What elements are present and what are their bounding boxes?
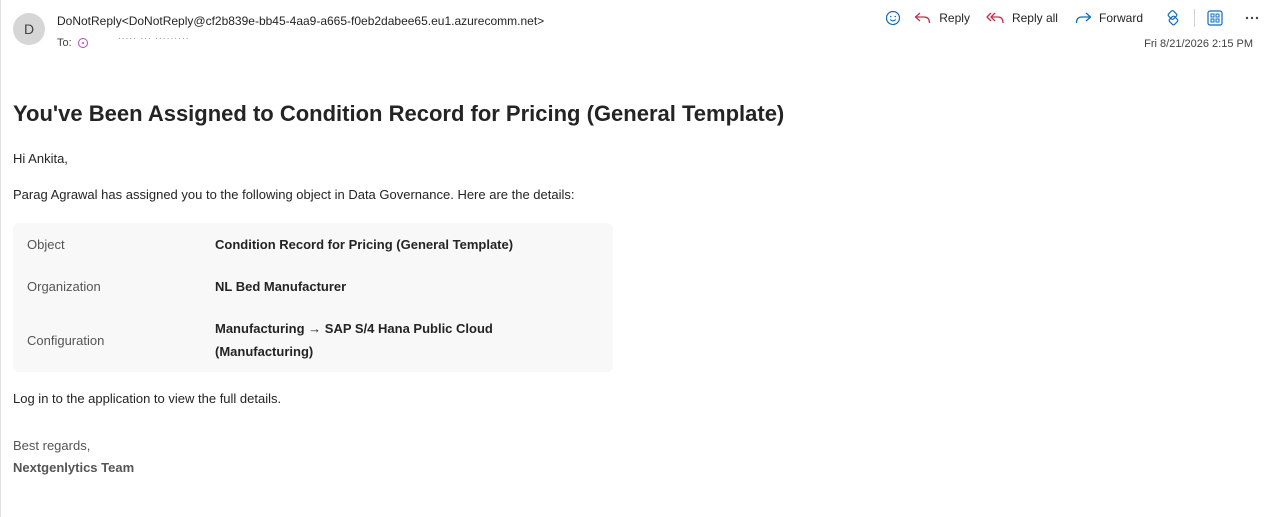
- reply-all-icon: [986, 12, 1004, 24]
- forward-button[interactable]: Forward: [1074, 11, 1143, 25]
- details-label: Configuration: [27, 332, 105, 348]
- pane-border: [0, 0, 1, 517]
- recipient-name[interactable]: ····· ··· ·········: [118, 33, 190, 44]
- to-label: To:: [57, 37, 72, 49]
- team-signature: Nextgenlytics Team: [13, 460, 135, 475]
- details-row-object: Object Condition Record for Pricing (Gen…: [13, 231, 613, 257]
- more-actions-button[interactable]: [1245, 16, 1259, 20]
- details-value: Manufacturing → SAP S/4 Hana Public Clou…: [215, 321, 493, 359]
- intro-text: Parag Agrawal has assigned you to the fo…: [13, 187, 575, 202]
- message-date: Fri 8/21/2026 2:15 PM: [1144, 38, 1253, 50]
- details-label: Organization: [27, 278, 101, 294]
- apps-icon: [1207, 10, 1223, 26]
- details-row-configuration: Configuration Manufacturing → SAP S/4 Ha…: [13, 315, 613, 365]
- reply-all-button[interactable]: Reply all: [986, 11, 1058, 25]
- emoji-reaction-button[interactable]: [885, 10, 901, 26]
- reply-label: Reply: [939, 11, 970, 25]
- login-note: Log in to the application to view the fu…: [13, 391, 282, 406]
- reply-all-label: Reply all: [1011, 11, 1058, 25]
- details-label: Object: [27, 236, 65, 252]
- avatar[interactable]: D: [13, 13, 45, 45]
- details-row-organization: Organization NL Bed Manufacturer: [13, 273, 613, 299]
- forward-icon: [1075, 12, 1092, 24]
- toolbar-divider: [1194, 9, 1195, 27]
- reply-button[interactable]: Reply: [914, 11, 970, 25]
- more-icon: [1245, 16, 1259, 20]
- message-actions: Reply Reply all Forward: [885, 6, 1259, 30]
- to-line: To: ····· ··· ·········: [57, 33, 189, 50]
- reply-icon: [915, 12, 931, 24]
- apps-button[interactable]: [1207, 10, 1223, 26]
- recipient-presence-icon: [77, 38, 88, 48]
- details-table: Object Condition Record for Pricing (Gen…: [13, 223, 613, 372]
- message-title: You've Been Assigned to Condition Record…: [13, 101, 785, 126]
- signoff: Best regards,: [13, 438, 91, 453]
- loop-icon: [1167, 10, 1179, 26]
- details-value: Condition Record for Pricing (General Te…: [215, 236, 514, 252]
- forward-label: Forward: [1098, 11, 1143, 25]
- details-value: NL Bed Manufacturer: [215, 278, 347, 294]
- emoji-icon: [886, 10, 901, 26]
- sender-address[interactable]: DoNotReply<DoNotReply@cf2b839e-bb45-4aa9…: [57, 14, 544, 28]
- greeting: Hi Ankita,: [13, 151, 68, 166]
- loop-button[interactable]: [1164, 9, 1182, 27]
